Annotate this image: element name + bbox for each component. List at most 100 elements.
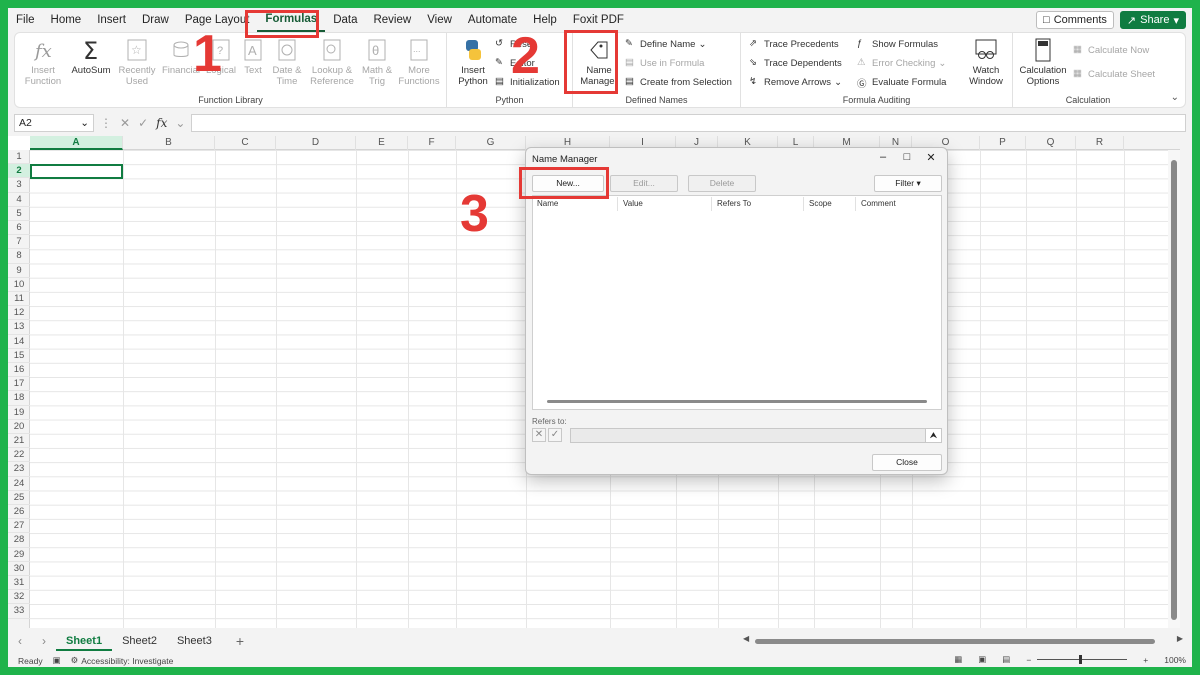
create-from-selection-button[interactable]: ▤ Create from Selection	[625, 76, 732, 88]
calculation-options-button[interactable]: Calculation Options	[1017, 37, 1069, 87]
refers-confirm-icon[interactable]: ✓	[548, 428, 562, 442]
row-header[interactable]: 20	[8, 420, 30, 434]
row-header[interactable]: 17	[8, 377, 30, 392]
row-header[interactable]: 31	[8, 576, 30, 591]
scroll-left-icon[interactable]: ◀	[743, 634, 749, 643]
delete-button[interactable]: Delete	[688, 175, 756, 192]
sheet-prev-icon[interactable]: ‹	[8, 634, 32, 648]
list-header-value[interactable]: Value	[623, 199, 643, 208]
zoom-slider[interactable]	[1037, 655, 1128, 664]
enter-icon[interactable]: ✓	[136, 116, 150, 130]
row-header[interactable]: 14	[8, 335, 30, 349]
list-header-name[interactable]: Name	[537, 199, 558, 208]
row-header[interactable]: 15	[8, 349, 30, 363]
row-header[interactable]: 27	[8, 519, 30, 534]
refers-cancel-icon[interactable]: ✕	[532, 428, 546, 442]
insert-function-fx-button[interactable]: fx	[154, 116, 169, 130]
page-layout-view-icon[interactable]: ▣	[978, 654, 986, 665]
show-formulas-button[interactable]: ƒ Show Formulas	[857, 38, 938, 50]
vertical-scroll-thumb[interactable]	[1171, 160, 1177, 620]
zoom-level[interactable]: 100%	[1164, 655, 1186, 665]
list-horizontal-scrollbar[interactable]	[547, 400, 927, 403]
row-header[interactable]: 18	[8, 391, 30, 406]
horizontal-scroll-thumb[interactable]	[755, 639, 1155, 644]
row-header[interactable]: 16	[8, 363, 30, 378]
row-header[interactable]: 7	[8, 235, 30, 250]
menu-insert[interactable]: Insert	[89, 8, 134, 32]
more-options-icon[interactable]: ⋮	[98, 116, 114, 130]
filter-button[interactable]: Filter ▾	[874, 175, 942, 192]
close-button[interactable]: Close	[872, 454, 942, 471]
cancel-icon[interactable]: ✕	[118, 116, 132, 130]
row-header[interactable]: 28	[8, 533, 30, 548]
row-header[interactable]: 1	[8, 150, 30, 165]
column-header[interactable]: B	[123, 136, 215, 150]
math-trig-button[interactable]: θ Math & Trig	[355, 37, 399, 87]
row-header[interactable]: 11	[8, 292, 30, 307]
row-header[interactable]: 25	[8, 491, 30, 505]
share-button[interactable]: ↗ Share ▾	[1119, 11, 1186, 29]
calculate-sheet-button[interactable]: ▦ Calculate Sheet	[1073, 68, 1155, 80]
row-header[interactable]: 9	[8, 264, 30, 278]
calculate-now-button[interactable]: ▦ Calculate Now	[1073, 44, 1149, 56]
row-header[interactable]: 30	[8, 562, 30, 576]
collapse-dialog-icon[interactable]: ⮝	[925, 429, 941, 442]
row-header[interactable]: 24	[8, 477, 30, 491]
column-header[interactable]: Q	[1026, 136, 1076, 150]
recently-used-button[interactable]: ☆ Recently Used	[115, 37, 159, 87]
row-header[interactable]: 5	[8, 207, 30, 221]
sheet-tab-2[interactable]: Sheet2	[112, 631, 167, 651]
row-header[interactable]: 23	[8, 462, 30, 477]
macro-record-icon[interactable]: ▣	[53, 655, 61, 666]
column-header[interactable]: P	[980, 136, 1026, 150]
comments-button[interactable]: □ Comments	[1036, 11, 1114, 29]
lookup-reference-button[interactable]: Lookup & Reference	[307, 37, 357, 87]
sheet-tab-3[interactable]: Sheet3	[167, 631, 222, 651]
column-header[interactable]: A	[30, 136, 123, 150]
close-icon[interactable]: ✕	[923, 151, 939, 164]
row-header[interactable]: 10	[8, 278, 30, 292]
use-in-formula-button[interactable]: ▤ Use in Formula	[625, 57, 704, 69]
row-header[interactable]: 3	[8, 178, 30, 193]
trace-dependents-button[interactable]: ⇘ Trace Dependents	[749, 57, 842, 69]
menu-foxit-pdf[interactable]: Foxit PDF	[565, 8, 632, 32]
column-header[interactable]: D	[276, 136, 356, 150]
insert-python-button[interactable]: Insert Python	[451, 37, 495, 87]
horizontal-scrollbar[interactable]: ◀ ▶	[743, 634, 1183, 646]
minimize-icon[interactable]: –	[875, 151, 891, 163]
row-header[interactable]: 2	[8, 164, 30, 179]
name-box[interactable]: A2 ⌄	[14, 114, 94, 132]
menu-home[interactable]: Home	[43, 8, 90, 32]
autosum-button[interactable]: Σ AutoSum	[69, 37, 113, 76]
insert-function-button[interactable]: fx Insert Function	[21, 37, 65, 87]
names-list[interactable]: Name Value Refers To Scope Comment	[532, 195, 942, 410]
error-checking-button[interactable]: ⚠ Error Checking ⌄	[857, 57, 946, 69]
row-header[interactable]: 22	[8, 448, 30, 463]
menu-data[interactable]: Data	[325, 8, 365, 32]
column-header[interactable]: E	[356, 136, 408, 150]
menu-view[interactable]: View	[419, 8, 460, 32]
row-header[interactable]: 19	[8, 406, 30, 420]
remove-arrows-button[interactable]: ↯ Remove Arrows ⌄	[749, 76, 842, 88]
list-header-scope[interactable]: Scope	[809, 199, 832, 208]
evaluate-formula-button[interactable]: Ⓖ Evaluate Formula	[857, 76, 946, 91]
row-header[interactable]: 12	[8, 306, 30, 321]
row-header[interactable]: 8	[8, 249, 30, 264]
row-header[interactable]: 6	[8, 221, 30, 236]
page-break-view-icon[interactable]: ▤	[1002, 654, 1010, 665]
scroll-right-icon[interactable]: ▶	[1177, 634, 1183, 643]
sheet-tab-1[interactable]: Sheet1	[56, 631, 113, 651]
define-name-button[interactable]: ✎ Define Name ⌄	[625, 38, 706, 50]
maximize-icon[interactable]: □	[899, 151, 915, 163]
ribbon-collapse-icon[interactable]: ⌄	[1171, 92, 1179, 103]
list-header-refers-to[interactable]: Refers To	[717, 199, 751, 208]
active-cell[interactable]	[30, 164, 123, 179]
edit-button[interactable]: Edit...	[610, 175, 678, 192]
row-header[interactable]: 29	[8, 548, 30, 562]
row-header[interactable]: 32	[8, 590, 30, 605]
column-header[interactable]: C	[215, 136, 276, 150]
row-header[interactable]: 21	[8, 434, 30, 449]
row-header[interactable]: 4	[8, 193, 30, 207]
row-header[interactable]: 13	[8, 320, 30, 335]
add-sheet-button[interactable]: +	[222, 633, 258, 649]
